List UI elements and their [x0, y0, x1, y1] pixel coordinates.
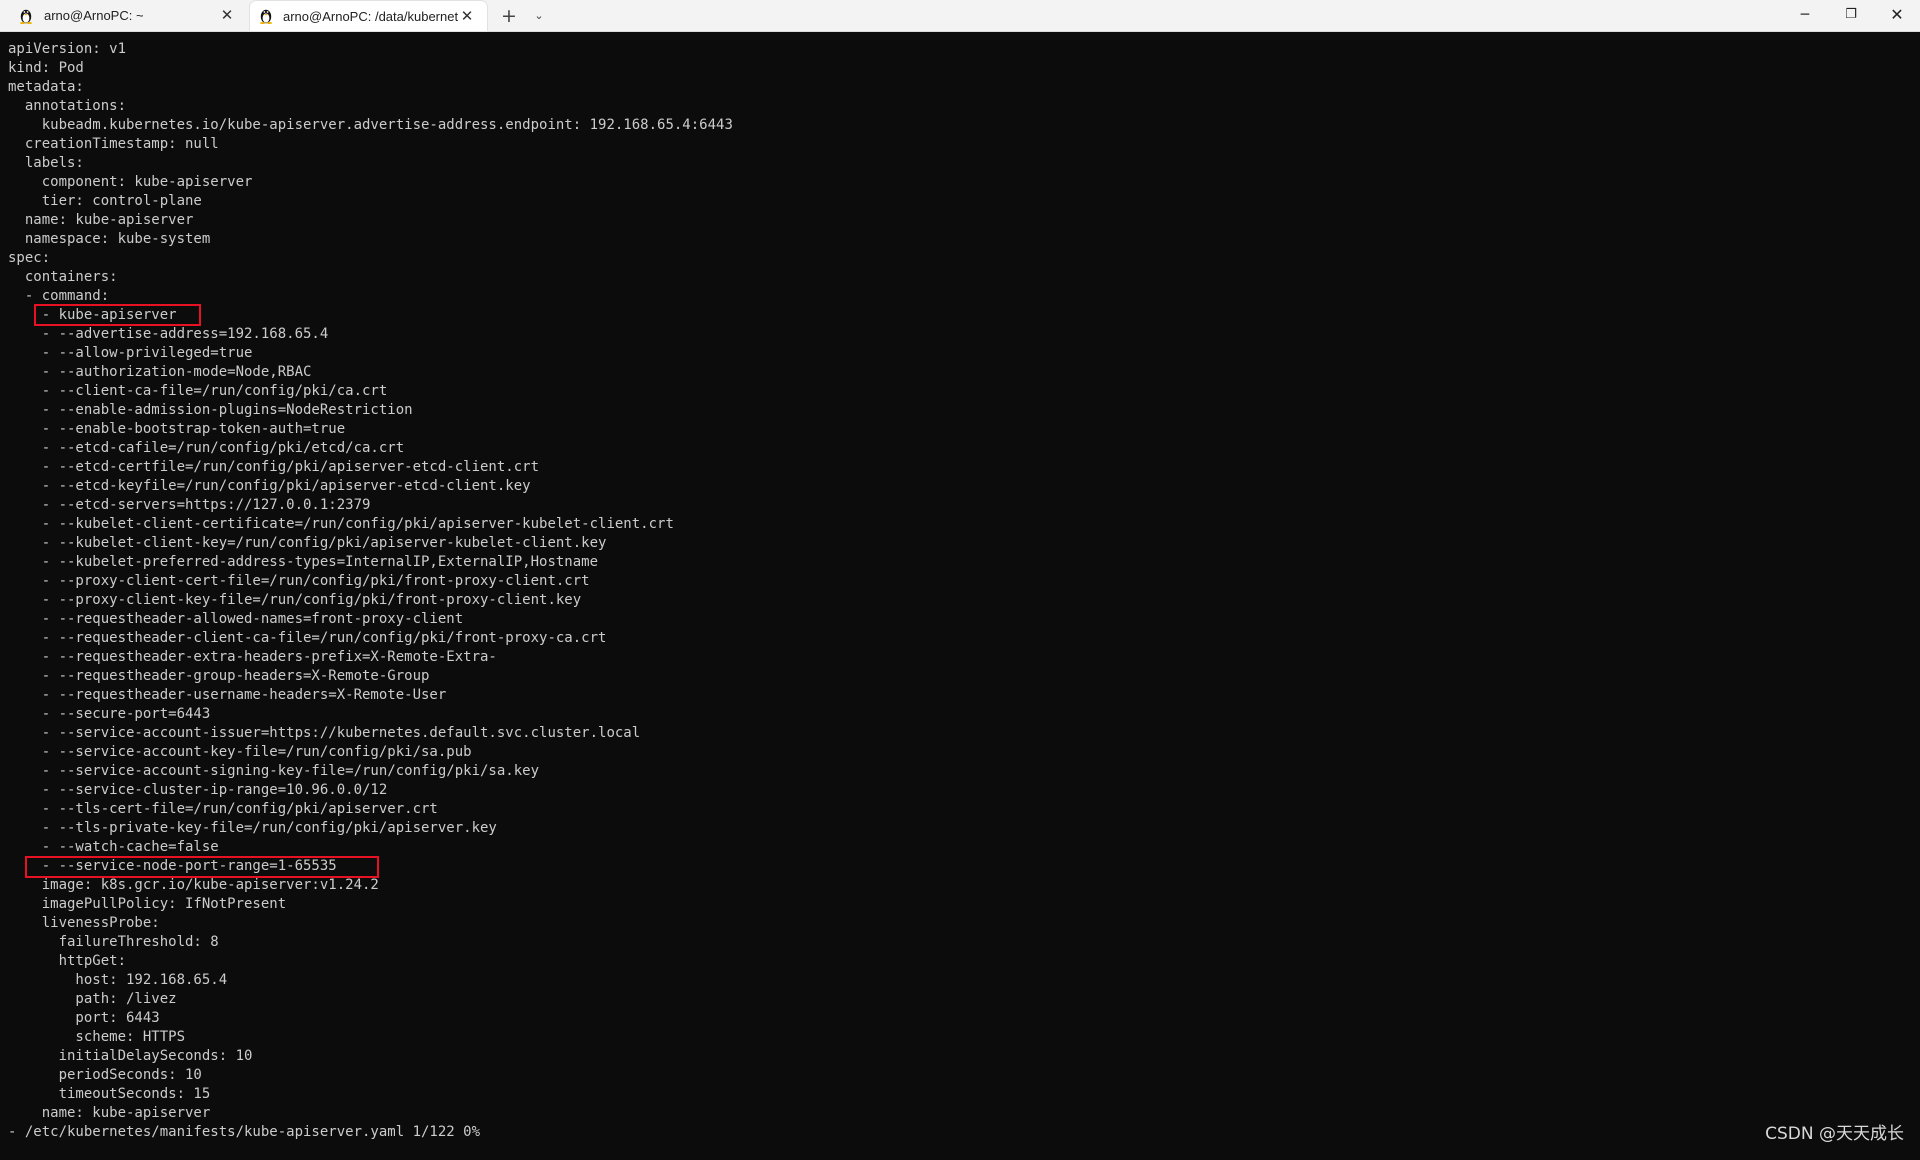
terminal-line: containers: — [8, 269, 118, 285]
terminal-line: component: kube-apiserver — [8, 174, 253, 190]
terminal-line: - --requestheader-extra-headers-prefix=X… — [8, 649, 497, 665]
terminal-line: kubeadm.kubernetes.io/kube-apiserver.adv… — [8, 117, 733, 133]
terminal-line: - --etcd-cafile=/run/config/pki/etcd/ca.… — [8, 440, 405, 456]
tab-kubernetes[interactable]: arno@ArnoPC: /data/kubernetes ✕ — [250, 1, 487, 31]
terminal-line: kind: Pod — [8, 60, 84, 76]
close-window-button[interactable]: ✕ — [1874, 0, 1920, 30]
terminal-line: scheme: HTTPS — [8, 1029, 186, 1045]
terminal-line: - --secure-port=6443 — [8, 706, 211, 722]
terminal-line: - --service-cluster-ip-range=10.96.0.0/1… — [8, 782, 388, 798]
terminal-line: failureThreshold: 8 — [8, 934, 219, 950]
terminal-line: - --service-account-signing-key-file=/ru… — [8, 763, 540, 779]
terminal-line: - kube-apiserver — [8, 307, 177, 323]
terminal-line: - --advertise-address=192.168.65.4 — [8, 326, 329, 342]
terminal-window: arno@ArnoPC: ~ ✕ arno@ArnoPC: /data/kube… — [0, 0, 1920, 1160]
terminal-line: livenessProbe: — [8, 915, 160, 931]
chevron-down-icon[interactable]: ⌄ — [527, 5, 551, 27]
terminal-line: metadata: — [8, 79, 84, 95]
terminal-line: imagePullPolicy: IfNotPresent — [8, 896, 287, 912]
terminal-line: name: kube-apiserver — [8, 1105, 211, 1121]
terminal-line: - --allow-privileged=true — [8, 345, 253, 361]
terminal-line: - --tls-cert-file=/run/config/pki/apiser… — [8, 801, 438, 817]
terminal-line: host: 192.168.65.4 — [8, 972, 228, 988]
terminal-line: - --tls-private-key-file=/run/config/pki… — [8, 820, 497, 836]
terminal-line: namespace: kube-system — [8, 231, 211, 247]
terminal-line: - --client-ca-file=/run/config/pki/ca.cr… — [8, 383, 388, 399]
status-line: - /etc/kubernetes/manifests/kube-apiserv… — [8, 1124, 481, 1140]
terminal-line: - --watch-cache=false — [8, 839, 219, 855]
terminal-line: - command: — [8, 288, 110, 304]
terminal-line: - --etcd-servers=https://127.0.0.1:2379 — [8, 497, 371, 513]
terminal-line: - --requestheader-group-headers=X-Remote… — [8, 668, 430, 684]
terminal-line: - --service-account-issuer=https://kuber… — [8, 725, 641, 741]
terminal-line: - --etcd-keyfile=/run/config/pki/apiserv… — [8, 478, 531, 494]
tab-bar: arno@ArnoPC: ~ ✕ arno@ArnoPC: /data/kube… — [0, 0, 1920, 32]
minimize-button[interactable]: ─ — [1782, 0, 1828, 30]
maximize-button[interactable]: ❐ — [1828, 0, 1874, 30]
terminal-line: - --proxy-client-cert-file=/run/config/p… — [8, 573, 590, 589]
terminal-line: tier: control-plane — [8, 193, 202, 209]
tab-home[interactable]: arno@ArnoPC: ~ ✕ — [0, 0, 245, 31]
terminal-line: labels: — [8, 155, 84, 171]
linux-penguin-icon — [260, 9, 272, 24]
terminal-line: - --service-account-key-file=/run/config… — [8, 744, 472, 760]
terminal-line: timeoutSeconds: 15 — [8, 1086, 211, 1102]
terminal-line: name: kube-apiserver — [8, 212, 194, 228]
tab-label: arno@ArnoPC: ~ — [44, 8, 144, 23]
terminal-line: initialDelaySeconds: 10 — [8, 1048, 253, 1064]
watermark: CSDN @天天成长 — [1765, 1124, 1904, 1144]
terminal-line: annotations: — [8, 98, 127, 114]
terminal-line: - --kubelet-client-key=/run/config/pki/a… — [8, 535, 607, 551]
terminal-line: apiVersion: v1 — [8, 41, 127, 57]
terminal-line: - --etcd-certfile=/run/config/pki/apiser… — [8, 459, 540, 475]
terminal-line: - --requestheader-client-ca-file=/run/co… — [8, 630, 607, 646]
terminal-line: - --kubelet-client-certificate=/run/conf… — [8, 516, 674, 532]
terminal-line: - --proxy-client-key-file=/run/config/pk… — [8, 592, 582, 608]
linux-penguin-icon — [20, 9, 32, 24]
terminal-line: path: /livez — [8, 991, 177, 1007]
terminal-line: image: k8s.gcr.io/kube-apiserver:v1.24.2 — [8, 877, 379, 893]
terminal-line: - --enable-bootstrap-token-auth=true — [8, 421, 346, 437]
terminal-output[interactable]: apiVersion: v1 kind: Pod metadata: annotat… — [8, 40, 1908, 1145]
terminal-line: port: 6443 — [8, 1010, 160, 1026]
terminal-line: - --requestheader-username-headers=X-Rem… — [8, 687, 447, 703]
close-icon[interactable]: ✕ — [217, 5, 237, 25]
terminal-line: creationTimestamp: null — [8, 136, 219, 152]
terminal-line: - --enable-admission-plugins=NodeRestric… — [8, 402, 413, 418]
new-tab-button[interactable]: + — [497, 5, 521, 27]
terminal-line: - --service-node-port-range=1-65535 — [8, 858, 337, 874]
terminal-line: - --authorization-mode=Node,RBAC — [8, 364, 312, 380]
close-icon[interactable]: ✕ — [457, 6, 477, 26]
terminal-line: httpGet: — [8, 953, 127, 969]
tab-label: arno@ArnoPC: /data/kubernetes — [283, 9, 458, 24]
terminal-line: spec: — [8, 250, 51, 266]
terminal-line: - --kubelet-preferred-address-types=Inte… — [8, 554, 599, 570]
terminal-line: periodSeconds: 10 — [8, 1067, 202, 1083]
terminal-line: - --requestheader-allowed-names=front-pr… — [8, 611, 464, 627]
